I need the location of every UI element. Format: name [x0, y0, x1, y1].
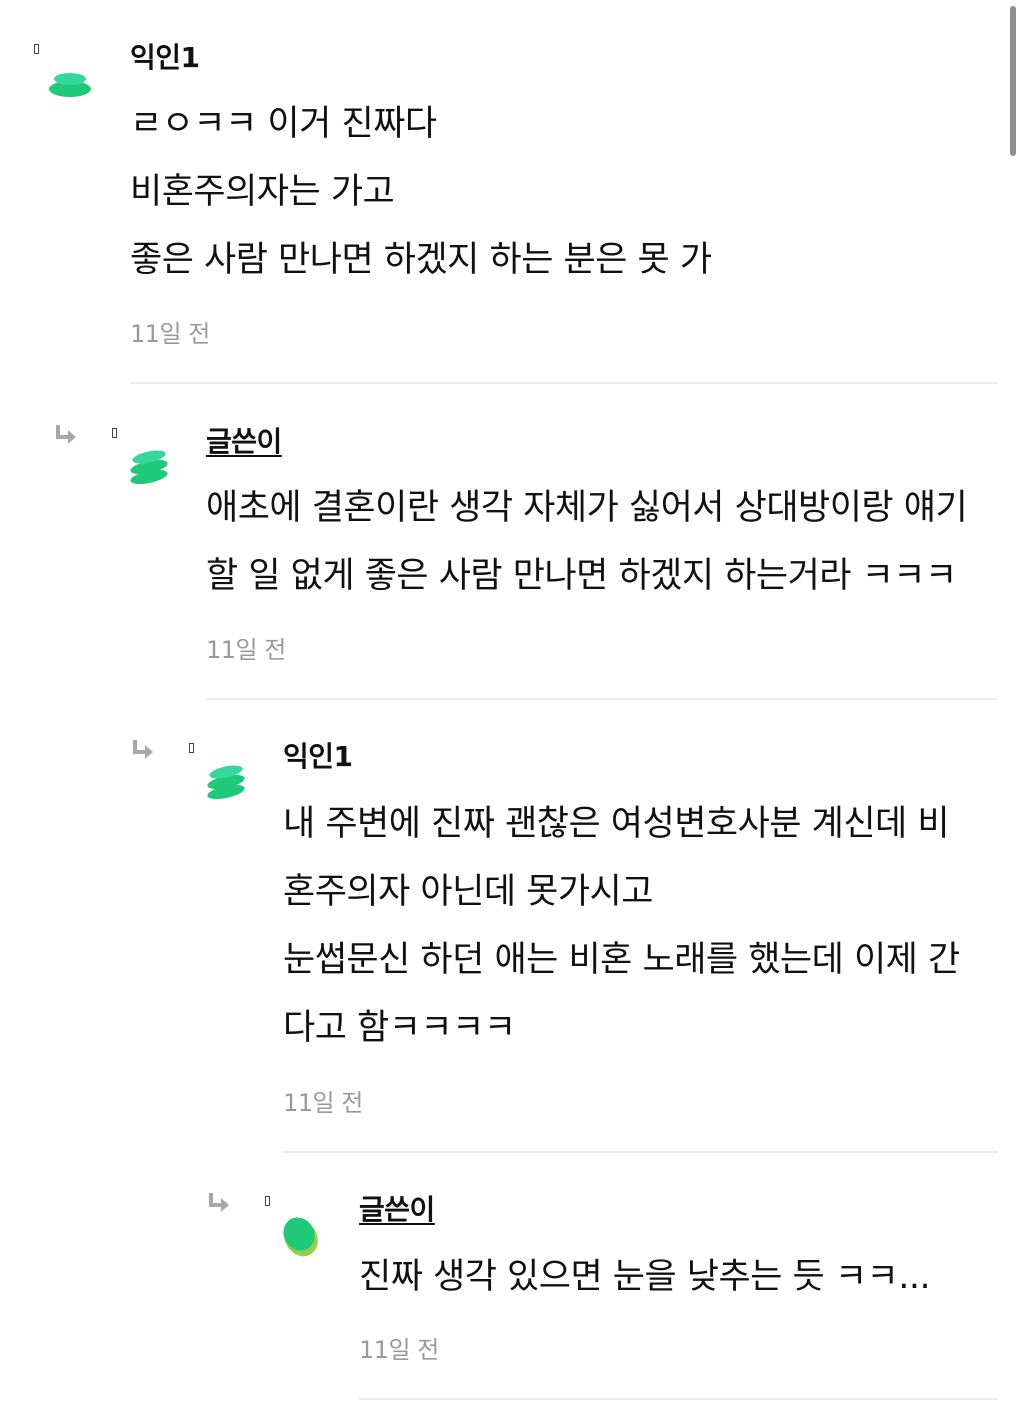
- comment-timestamp: 11일 전: [359, 1336, 439, 1364]
- divider: [359, 1398, 998, 1400]
- placeholder-glyph-icon: [265, 1196, 270, 1206]
- comment-body: 애초에 결혼이란 생각 자체가 싫어서 상대방이랑 얘기 할 일 없게 좋은 사…: [206, 474, 968, 610]
- comment-line: 애초에 결혼이란 생각 자체가 싫어서 상대방이랑 얘기: [206, 488, 968, 528]
- green-stack-avatar-icon[interactable]: [126, 444, 174, 492]
- author-name[interactable]: 글쓴이: [206, 424, 282, 460]
- divider: [206, 698, 998, 700]
- author-name[interactable]: 익인1: [130, 40, 200, 76]
- comment-line: 좋은 사람 만나면 하겠지 하는 분은 못 가: [130, 240, 712, 280]
- reply-arrow-icon: [209, 1193, 229, 1212]
- comment-line: 눈썹문신 하던 애는 비혼 노래를 했는데 이제 간: [283, 940, 960, 980]
- author-name[interactable]: 글쓴이: [359, 1192, 435, 1228]
- comment-line: 진짜 생각 있으면 눈을 낮추는 듯 ㅋㅋ...: [359, 1257, 931, 1297]
- comment-line: 비혼주의자는 가고: [130, 172, 395, 212]
- comment-body: 내 주변에 진짜 괜찮은 여성변호사분 계신데 비 혼주의자 아닌데 못가시고 …: [283, 790, 960, 1062]
- placeholder-glyph-icon: [189, 743, 194, 753]
- comment-line: 할 일 없게 좋은 사람 만나면 하겠지 하는거라 ㅋㅋㅋ: [206, 556, 957, 596]
- comment-timestamp: 11일 전: [130, 320, 210, 348]
- comment-timestamp: 11일 전: [206, 636, 286, 664]
- comment-body: ㄹㅇㅋㅋ 이거 진짜다 비혼주의자는 가고 좋은 사람 만나면 하겠지 하는 분…: [130, 90, 712, 294]
- comment-body: 진짜 생각 있으면 눈을 낮추는 듯 ㅋㅋ...: [359, 1243, 931, 1311]
- author-name[interactable]: 익인1: [283, 739, 353, 775]
- green-blob-avatar-icon[interactable]: [279, 1212, 327, 1260]
- divider: [130, 382, 998, 384]
- comment-line: 내 주변에 진짜 괜찮은 여성변호사분 계신데 비: [283, 804, 950, 844]
- green-stack-avatar-icon[interactable]: [46, 62, 94, 110]
- comment-line: 다고 함ㅋㅋㅋㅋ: [283, 1008, 516, 1048]
- placeholder-glyph-icon: [112, 428, 117, 438]
- comment-timestamp: 11일 전: [283, 1089, 363, 1117]
- comment-line: 혼주의자 아닌데 못가시고: [283, 872, 653, 912]
- reply-arrow-icon: [133, 740, 153, 759]
- placeholder-glyph-icon: [34, 44, 39, 54]
- reply-arrow-icon: [56, 425, 76, 444]
- green-stack-avatar-icon[interactable]: [203, 759, 251, 807]
- divider: [283, 1151, 998, 1153]
- scrollbar[interactable]: [1010, 6, 1016, 156]
- comment-line: ㄹㅇㅋㅋ 이거 진짜다: [130, 104, 437, 144]
